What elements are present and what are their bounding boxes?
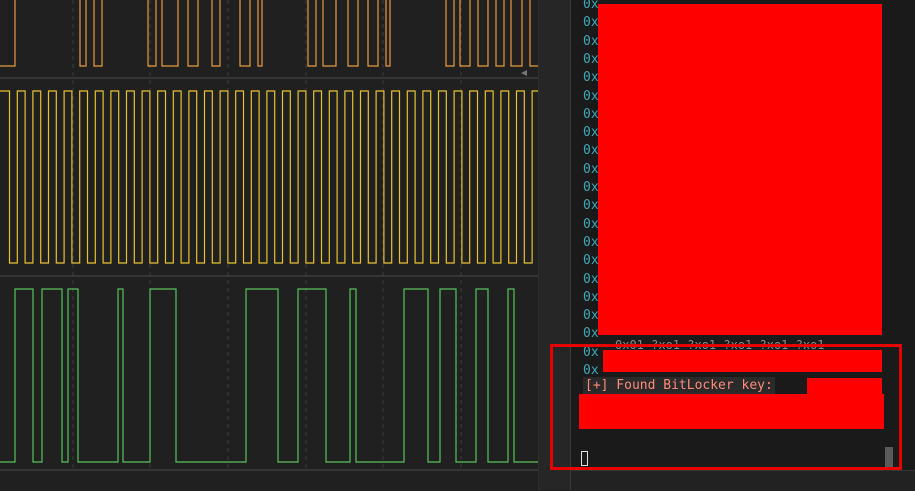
redacted-memory-dump [598, 4, 882, 335]
logic-analyzer-panel [0, 0, 538, 490]
memory-address-prefix: 0x [583, 234, 599, 250]
memory-address-prefix: 0x [583, 216, 599, 232]
memory-address-prefix: 0x [583, 15, 599, 31]
highlight-box [550, 344, 902, 470]
memory-address-prefix: 0x [583, 198, 599, 214]
memory-address-prefix: 0x [583, 289, 599, 305]
memory-address-prefix: 0x [583, 326, 599, 342]
memory-address-prefix: 0x [583, 253, 599, 269]
terminal-status-strip [571, 470, 915, 491]
arrow-marker-icon [521, 70, 527, 76]
memory-address-prefix: 0x [583, 106, 599, 122]
memory-address-prefix: 0x [583, 88, 599, 104]
memory-address-prefix: 0x [583, 70, 599, 86]
memory-address-prefix: 0x [583, 33, 599, 49]
memory-address-prefix: 0x [583, 180, 599, 195]
memory-address-prefix: 0x [583, 143, 599, 159]
memory-address-prefix: 0x [583, 161, 599, 177]
memory-address-prefix: 0x [583, 51, 599, 67]
channel-2-waveform [0, 90, 538, 264]
memory-address-prefix: 0x [583, 125, 599, 141]
waveform-canvas [0, 0, 538, 471]
memory-address-prefix: 0x [583, 271, 599, 287]
channel-1-waveform [0, 0, 538, 67]
channel-3-waveform [0, 288, 538, 463]
memory-address-prefix: 0x [583, 0, 599, 12]
memory-address-prefix: 0x [583, 308, 599, 324]
